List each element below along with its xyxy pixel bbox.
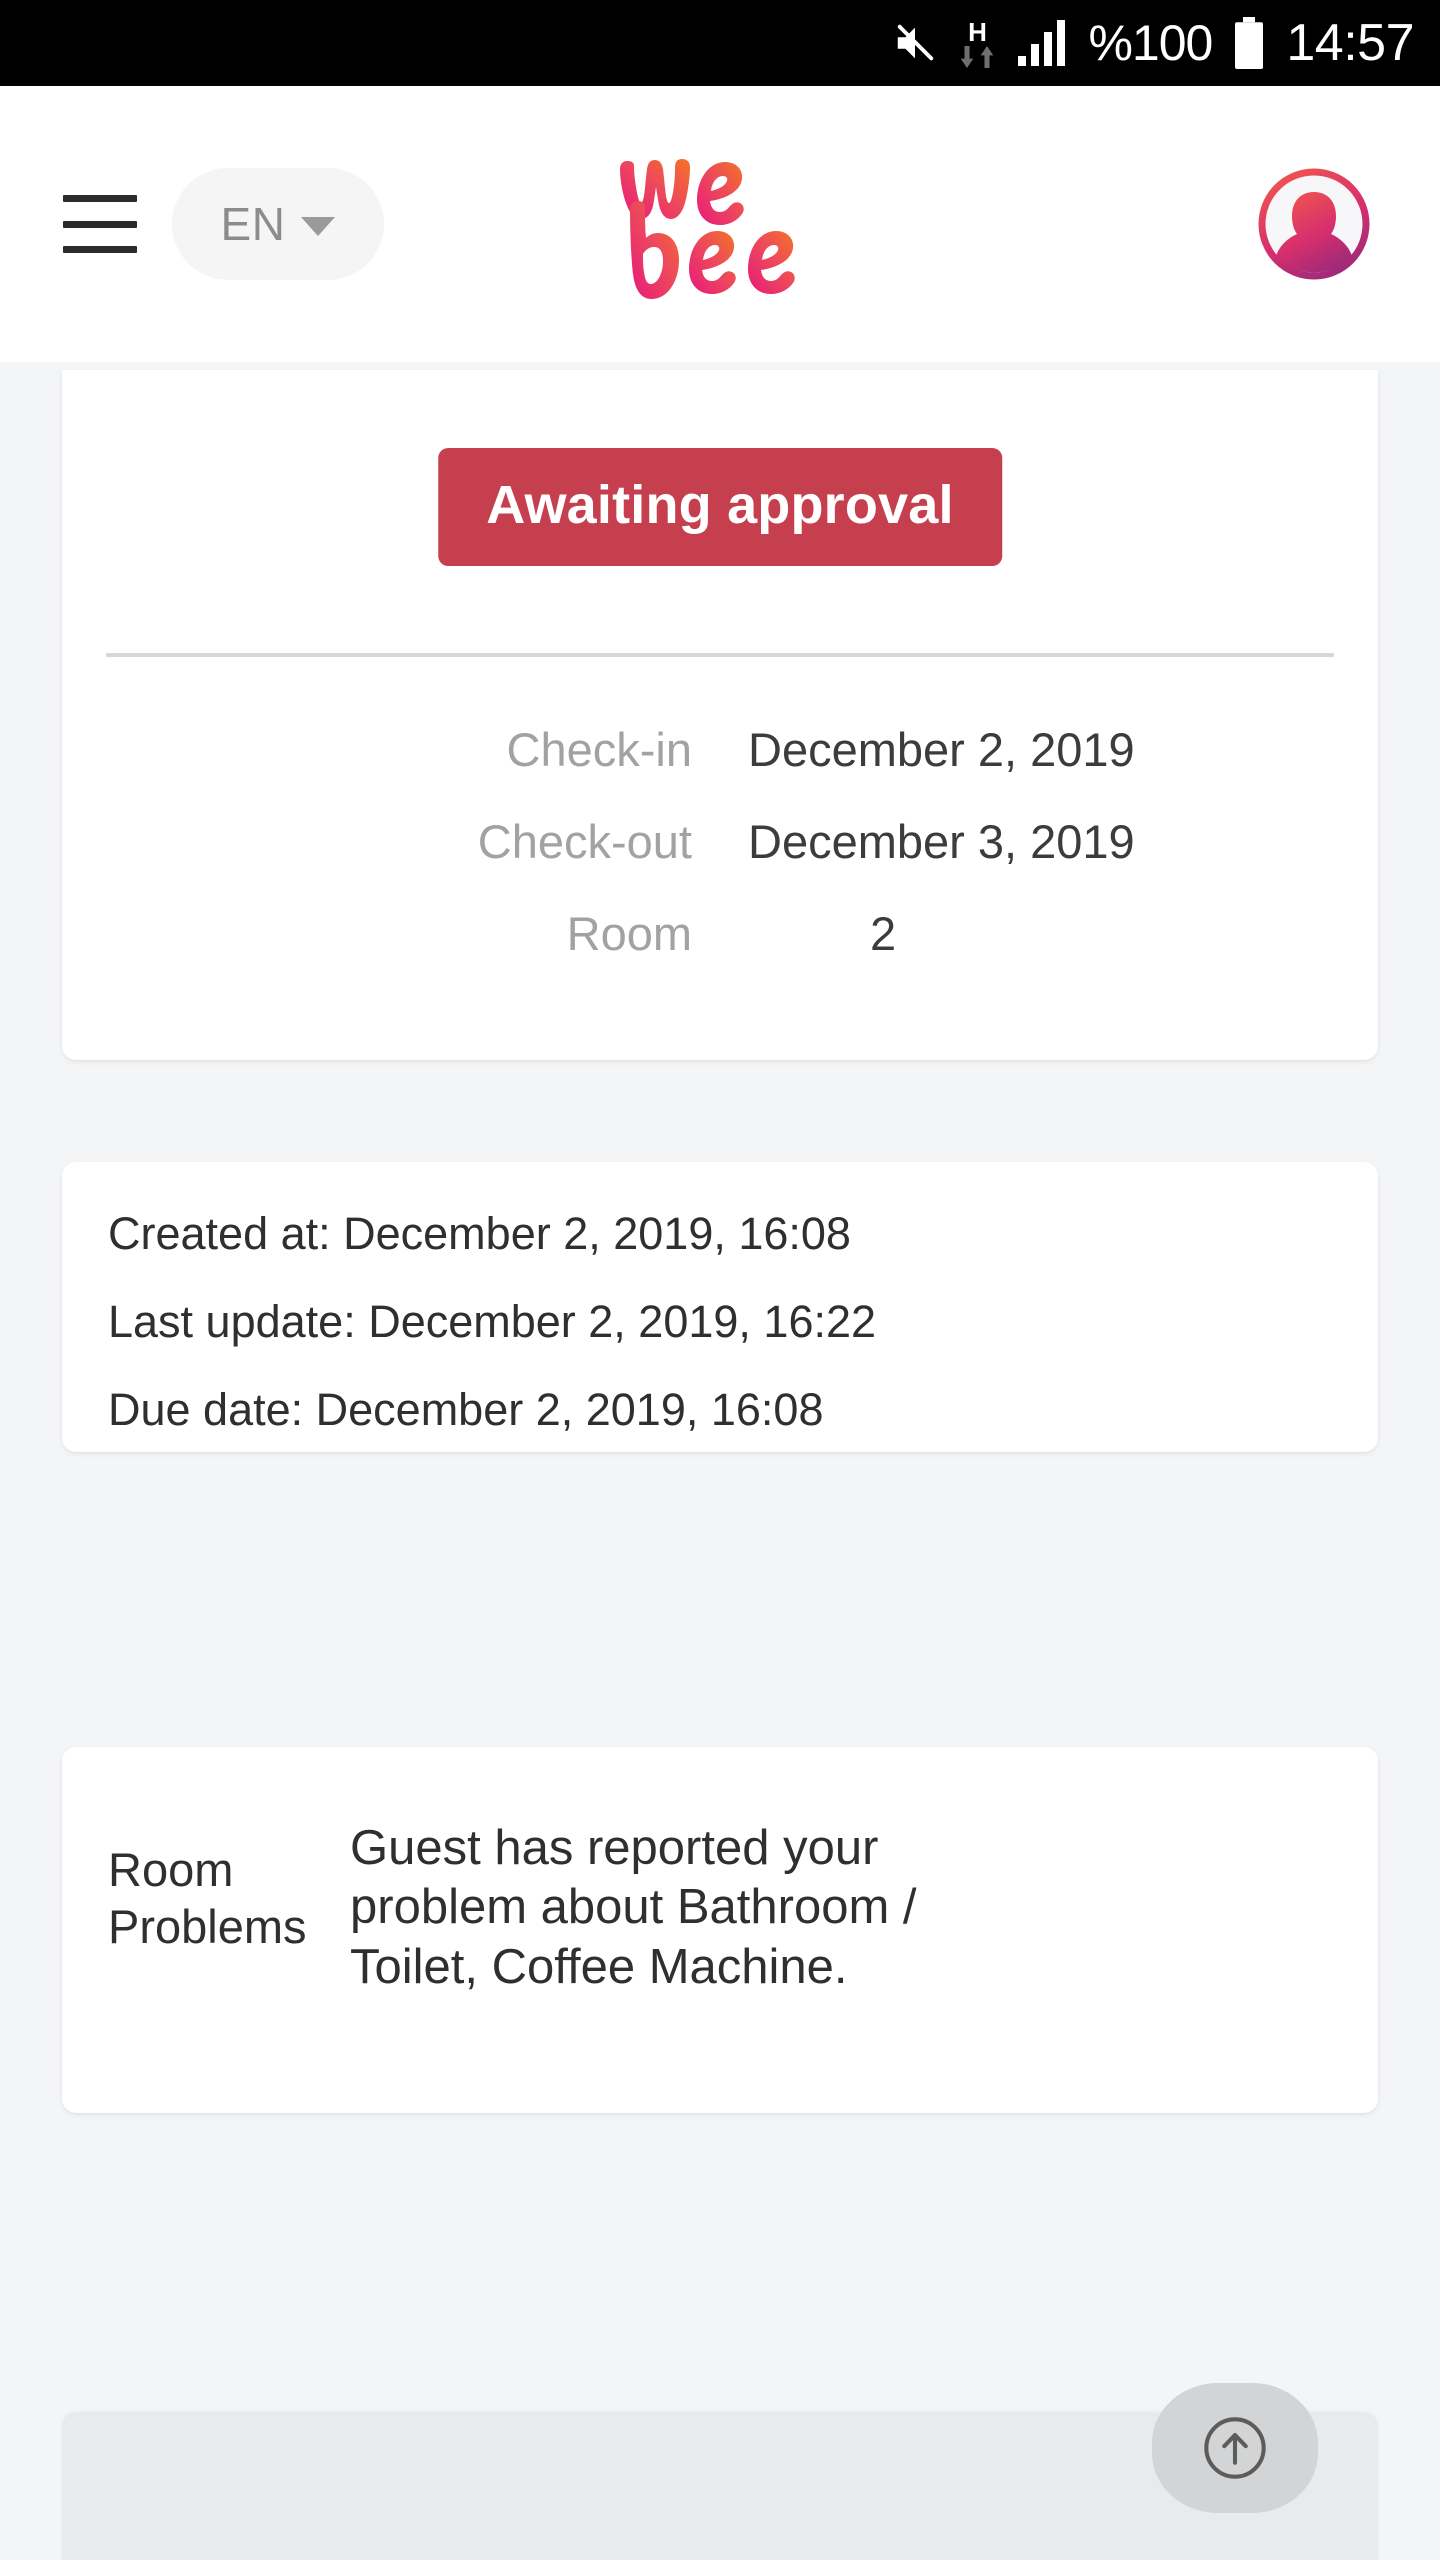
status-badge[interactable]: Awaiting approval — [438, 448, 1002, 566]
timestamps-card: Created at: December 2, 2019, 16:08 Last… — [62, 1162, 1378, 1452]
checkout-label: Check-out — [477, 815, 692, 868]
mute-icon — [892, 20, 938, 66]
checkout-value: December 3, 2019 — [748, 815, 1135, 868]
card-divider — [106, 653, 1334, 657]
phone-screen: H %100 14:57 EN Awaiting approval Check-… — [0, 0, 1440, 2560]
booking-info-list: Check-in December 2, 2019 Check-out Dece… — [62, 722, 1378, 998]
language-selector[interactable]: EN — [172, 168, 384, 280]
checkin-value: December 2, 2019 — [748, 723, 1135, 776]
chevron-down-icon — [301, 217, 336, 236]
hamburger-bar-3 — [63, 246, 137, 253]
signal-bars-icon — [1016, 20, 1068, 66]
data-arrows-icon — [958, 45, 996, 68]
table-row: Check-out December 3, 2019 — [62, 814, 1378, 906]
page-content: Awaiting approval Check-in December 2, 2… — [0, 362, 1440, 2560]
scroll-to-top-icon — [1204, 2417, 1266, 2479]
scroll-to-top-button[interactable] — [1152, 2383, 1318, 2513]
created-at-text: Created at: December 2, 2019, 16:08 — [108, 1208, 851, 1259]
room-problems-card: Room Problems Guest has reported your pr… — [62, 1747, 1378, 2113]
user-avatar-icon[interactable] — [1258, 168, 1370, 280]
room-problems-text: Guest has reported your problem about Ba… — [350, 1821, 917, 1994]
hamburger-menu-icon[interactable] — [63, 195, 137, 253]
table-row: Room 2 — [62, 906, 1378, 998]
due-date-text: Due date: December 2, 2019, 16:08 — [108, 1384, 824, 1435]
hamburger-bar-2 — [63, 220, 137, 228]
room-label: Room — [566, 907, 692, 960]
checkin-label: Check-in — [506, 723, 692, 776]
status-bar-clock: 14:57 — [1286, 14, 1414, 72]
booking-status-card: Awaiting approval Check-in December 2, 2… — [62, 370, 1378, 1060]
hamburger-bar-1 — [63, 195, 137, 202]
status-bar: H %100 14:57 — [0, 0, 1440, 86]
app-header: EN — [0, 86, 1440, 362]
room-problems-label: Room Problems — [108, 1843, 307, 1954]
hspa-data-icon: H — [958, 19, 996, 68]
network-type-label: H — [968, 16, 987, 47]
webee-logo[interactable] — [605, 144, 835, 304]
room-value: 2 — [870, 907, 897, 960]
language-label: EN — [220, 198, 286, 250]
battery-percent-label: %100 — [1088, 15, 1213, 71]
last-update-text: Last update: December 2, 2019, 16:22 — [108, 1296, 877, 1347]
battery-full-icon — [1232, 17, 1266, 69]
table-row: Check-in December 2, 2019 — [62, 722, 1378, 814]
